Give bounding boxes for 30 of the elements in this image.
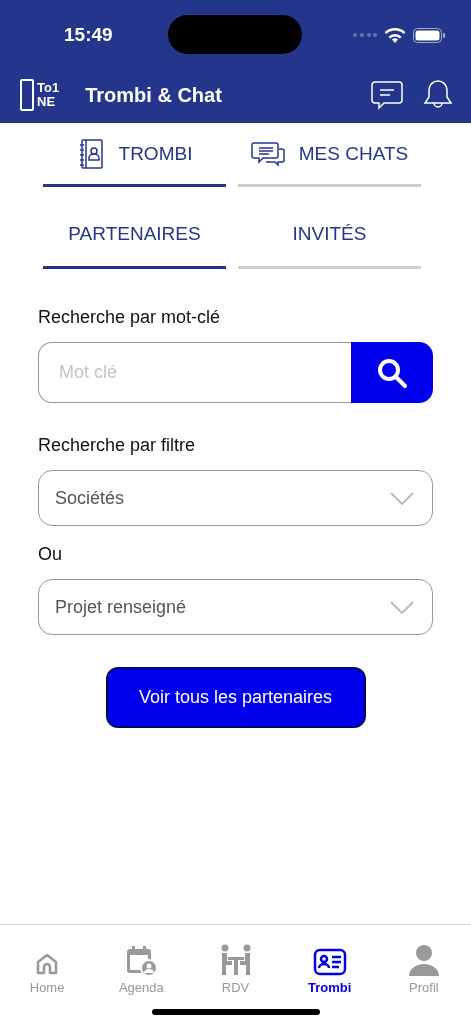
home-icon: [35, 952, 60, 976]
project-dropdown[interactable]: Projet renseigné: [38, 579, 433, 635]
view-partners-button[interactable]: Voir tous les partenaires: [105, 667, 366, 728]
subtab[interactable]: INVITÉS: [238, 201, 421, 269]
signal-icon: [353, 33, 377, 37]
subtab[interactable]: PARTENAIRES: [43, 201, 226, 269]
notification-bell-icon[interactable]: [423, 79, 453, 111]
id-card-icon: [312, 948, 347, 976]
app-logo: To1 NE: [20, 79, 60, 111]
field-label: Ou: [38, 544, 63, 565]
chevron-down-icon: [390, 491, 414, 505]
meeting-icon: [219, 944, 252, 976]
field-label: Recherche par mot-clé: [38, 307, 222, 328]
calendar-person-icon: [125, 944, 158, 976]
message-icon[interactable]: [371, 80, 403, 110]
chat-bubbles-icon: [250, 140, 285, 167]
person-icon: [407, 944, 440, 976]
status-time: 15:49: [64, 24, 113, 46]
tab[interactable]: MES CHATS: [238, 123, 421, 187]
nav-item[interactable]: Trombi: [282, 933, 377, 995]
battery-icon: [413, 27, 445, 43]
wifi-icon: [385, 27, 405, 43]
search-icon: [376, 356, 408, 389]
search-button[interactable]: [351, 342, 433, 403]
chevron-down-icon: [390, 600, 414, 614]
field-label: Recherche par filtre: [38, 435, 197, 456]
company-dropdown[interactable]: Sociétés: [38, 470, 433, 526]
screen-title: Trombi & Chat: [85, 83, 222, 107]
keyword-field[interactable]: Mot clé: [38, 342, 351, 403]
tab[interactable]: TROMBI: [43, 123, 226, 187]
